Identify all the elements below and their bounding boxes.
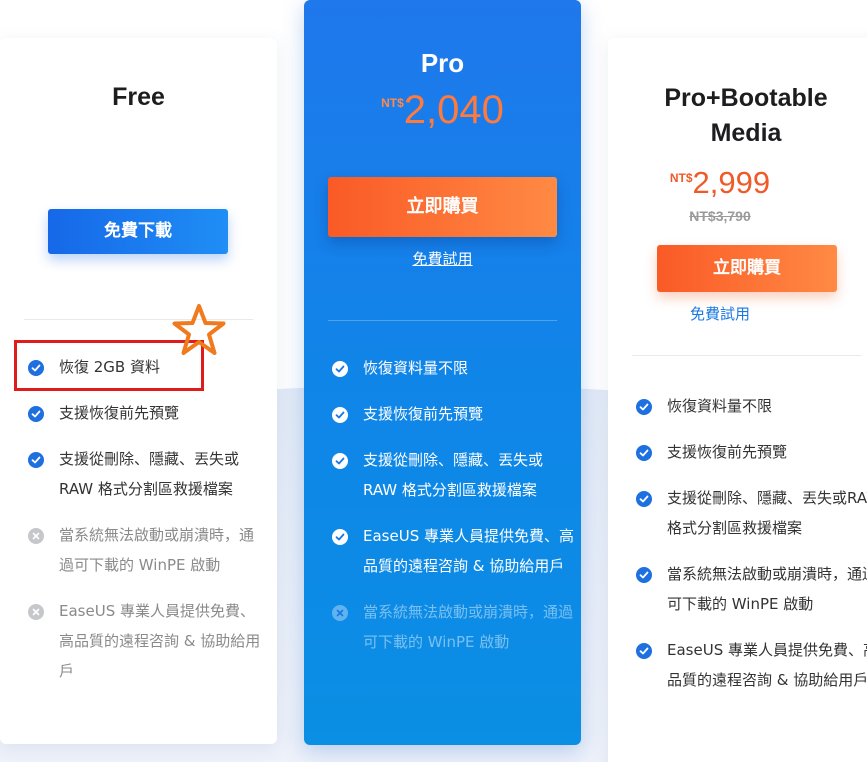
original-price: NT$3,790: [689, 208, 751, 224]
divider: [328, 320, 557, 321]
feature-text: 當系統無法啟動或崩潰時，通過可下載的 WinPE 啟動: [59, 526, 255, 574]
feature-item: 當系統無法啟動或崩潰時，通過可下載的 WinPE 啟動: [636, 559, 867, 619]
feature-item: 支援從刪除、隱藏、丟失或RAW 格式分割區救援檔案: [636, 483, 867, 543]
plan-card-pro: Pro NT$2,040 立即購買 免費試用 恢復資料量不限 支援恢復前先預覽 …: [304, 0, 581, 745]
check-circle-icon: [28, 452, 44, 468]
cross-circle-icon: [28, 528, 44, 544]
price: NT$2,040: [304, 88, 581, 133]
check-circle-icon: [636, 643, 652, 659]
feature-list: 恢復 2GB 資料 支援恢復前先預覽 支援從刪除、隱藏、丟失或RAW 格式分割區…: [28, 352, 268, 702]
feature-item: 支援恢復前先預覽: [28, 398, 268, 428]
check-circle-icon: [636, 445, 652, 461]
feature-text: 恢復資料量不限: [667, 397, 773, 415]
feature-item: 支援恢復前先預覽: [332, 399, 577, 429]
plan-title: Pro: [420, 48, 465, 78]
divider: [632, 355, 861, 356]
feature-text: 支援從刪除、隱藏、丟失或RAW 格式分割區救援檔案: [59, 450, 240, 498]
currency: NT$: [669, 171, 693, 185]
check-circle-icon: [28, 406, 44, 422]
check-circle-icon: [332, 529, 348, 545]
cross-circle-icon: [332, 605, 348, 621]
feature-item: 恢復資料量不限: [332, 353, 577, 383]
check-circle-icon: [636, 399, 652, 415]
currency: NT$: [381, 96, 404, 110]
star-icon: [172, 304, 226, 355]
feature-list: 恢復資料量不限 支援恢復前先預覽 支援從刪除、隱藏、丟失或RAW 格式分割區救援…: [636, 391, 867, 711]
feature-item: EaseUS 專業人員提供免費、高品質的遠程咨詢 & 協助給用戶: [332, 521, 577, 581]
free-download-button[interactable]: 免費下載: [48, 209, 228, 254]
feature-text: 支援恢復前先預覽: [363, 405, 484, 423]
feature-item: EaseUS 專業人員提供免費、高品質的遠程咨詢 & 協助給用戶: [28, 596, 268, 686]
feature-text: 支援恢復前先預覽: [59, 404, 180, 422]
plan-title: Free: [112, 83, 165, 111]
buy-now-button[interactable]: 立即購買: [328, 177, 557, 237]
check-circle-icon: [332, 453, 348, 469]
price-amount: 2,040: [403, 88, 504, 132]
check-circle-icon: [332, 361, 348, 377]
check-circle-icon: [332, 407, 348, 423]
price-amount: 2,999: [692, 165, 771, 200]
free-trial-link[interactable]: 免費試用: [304, 248, 581, 269]
feature-item: 恢復資料量不限: [636, 391, 867, 421]
free-trial-link[interactable]: 免費試用: [580, 303, 860, 324]
feature-text: 恢復資料量不限: [363, 359, 469, 377]
plan-card-bootable: Pro+Bootable Media NT$2,999 NT$3,790 立即購…: [608, 38, 867, 762]
check-circle-icon: [636, 567, 652, 583]
feature-item: EaseUS 專業人員提供免費、高品質的遠程咨詢 & 協助給用戶: [636, 635, 867, 695]
feature-text: EaseUS 專業人員提供免費、高品質的遠程咨詢 & 協助給用戶: [59, 602, 261, 680]
feature-item: 當系統無法啟動或崩潰時，通過可下載的 WinPE 啟動: [28, 520, 268, 580]
feature-item: 支援從刪除、隱藏、丟失或RAW 格式分割區救援檔案: [332, 445, 577, 505]
feature-text: 支援恢復前先預覽: [667, 443, 788, 461]
feature-item: 支援從刪除、隱藏、丟失或RAW 格式分割區救援檔案: [28, 444, 268, 504]
feature-text: 當系統無法啟動或崩潰時，通過可下載的 WinPE 啟動: [667, 565, 867, 613]
feature-text: EaseUS 專業人員提供免費、高品質的遠程咨詢 & 協助給用戶: [363, 527, 574, 575]
feature-list: 恢復資料量不限 支援恢復前先預覽 支援從刪除、隱藏、丟失或RAW 格式分割區救援…: [332, 353, 577, 673]
feature-text: 支援從刪除、隱藏、丟失或RAW 格式分割區救援檔案: [363, 451, 544, 499]
feature-text: 支援從刪除、隱藏、丟失或RAW 格式分割區救援檔案: [667, 489, 867, 537]
buy-now-button[interactable]: 立即購買: [657, 245, 837, 292]
feature-item: 支援恢復前先預覽: [636, 437, 867, 467]
plan-title: Pro+Bootable Media: [664, 84, 828, 147]
feature-text: EaseUS 專業人員提供免費、高品質的遠程咨詢 & 協助給用戶: [667, 641, 867, 689]
price: NT$2,999: [580, 165, 860, 201]
feature-item: 當系統無法啟動或崩潰時，通過可下載的 WinPE 啟動: [332, 597, 577, 657]
plan-card-free: Free 免費下載 恢復 2GB 資料 支援恢復前先預覽 支援從刪除、隱藏、丟失…: [0, 38, 277, 744]
feature-text: 當系統無法啟動或崩潰時，通過可下載的 WinPE 啟動: [363, 603, 574, 651]
cross-circle-icon: [28, 604, 44, 620]
check-circle-icon: [636, 491, 652, 507]
